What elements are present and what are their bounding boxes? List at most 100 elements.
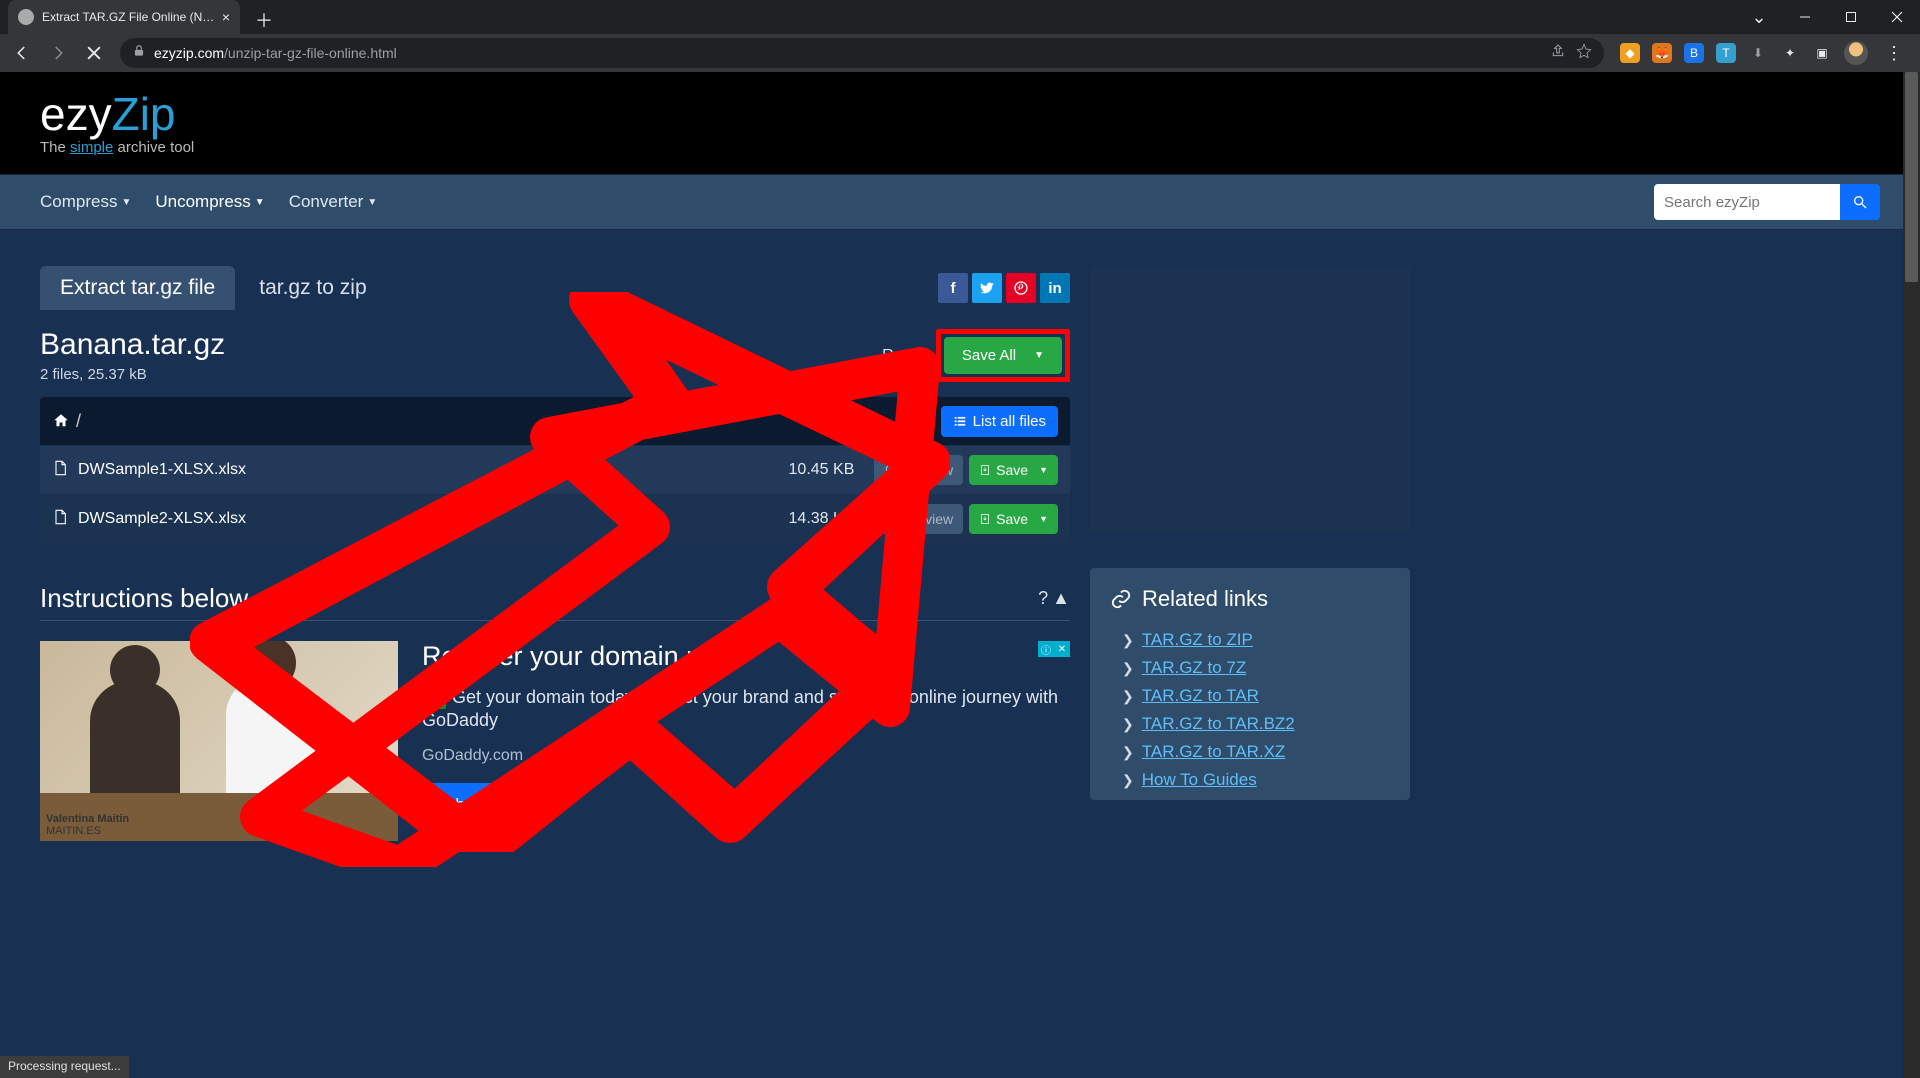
- ad-image: Valentina MaitinMAITIN.ES: [40, 641, 398, 841]
- chevron-down-icon: ▼: [255, 197, 265, 208]
- instructions-heading: Instructions below: [40, 583, 248, 614]
- file-icon: [52, 508, 68, 531]
- extension-icon[interactable]: B: [1684, 43, 1704, 63]
- ad-cta-button[interactable]: Shop Now: [422, 783, 544, 827]
- ad-headline: Register your domain now: [422, 641, 1070, 672]
- related-link[interactable]: TAR.GZ to 7Z: [1142, 658, 1247, 678]
- file-row: DWSample2-XLSX.xlsx 14.38 KB Preview Sav…: [40, 495, 1070, 543]
- archive-name: Banana.tar.gz: [40, 328, 225, 362]
- tab-extract[interactable]: Extract tar.gz file: [40, 266, 235, 310]
- breadcrumb: / List all files: [40, 397, 1070, 445]
- chevron-down-icon: ▼: [1039, 465, 1048, 475]
- file-name[interactable]: DWSample2-XLSX.xlsx: [78, 510, 789, 528]
- related-link[interactable]: TAR.GZ to ZIP: [1142, 630, 1253, 650]
- url-text: ezyzip.com/unzip-tar-gz-file-online.html: [154, 45, 397, 61]
- side-panel-icon[interactable]: ▣: [1812, 43, 1832, 63]
- address-bar[interactable]: ezyzip.com/unzip-tar-gz-file-online.html: [120, 38, 1604, 68]
- scrollbar[interactable]: [1903, 72, 1920, 1078]
- related-link[interactable]: TAR.GZ to TAR: [1142, 686, 1259, 706]
- preview-button[interactable]: Preview: [874, 504, 963, 534]
- search-icon: [884, 512, 898, 526]
- chevron-down-icon: ▼: [367, 197, 377, 208]
- window-minimize-button[interactable]: [1782, 0, 1828, 34]
- site-header: ezyZip The simple archive tool: [0, 72, 1920, 174]
- nav-compress[interactable]: Compress▼: [40, 192, 131, 212]
- linkedin-icon[interactable]: in: [1040, 273, 1070, 303]
- mode-tabs: Extract tar.gz file tar.gz to zip f in: [40, 266, 1070, 310]
- sidebar-ad[interactable]: [1090, 266, 1410, 532]
- browser-titlebar: Extract TAR.GZ File Online (No lim × ＋ ⌄: [0, 0, 1920, 34]
- search-icon: [884, 463, 898, 477]
- site-search: [1654, 184, 1880, 220]
- file-name[interactable]: DWSample1-XLSX.xlsx: [78, 461, 789, 479]
- tab-favicon: [18, 9, 34, 25]
- ad-unit[interactable]: ⓘ✕ Valentina MaitinMAITIN.ES Register yo…: [40, 641, 1070, 841]
- nav-converter[interactable]: Converter▼: [289, 192, 378, 212]
- ad-advertiser: GoDaddy.com: [422, 747, 1070, 765]
- stop-button[interactable]: [78, 37, 110, 69]
- instructions-toggle[interactable]: ?▲: [1038, 588, 1070, 609]
- chevron-up-icon: ▲: [1052, 588, 1070, 609]
- tab-close-icon[interactable]: ×: [222, 9, 230, 25]
- chevron-right-icon: ❯: [1122, 744, 1134, 761]
- adchoices-icon[interactable]: ⓘ✕: [1038, 641, 1070, 657]
- back-button[interactable]: [6, 37, 38, 69]
- tab-to-zip[interactable]: tar.gz to zip: [239, 266, 386, 310]
- chevron-right-icon: ❯: [1122, 660, 1134, 677]
- related-link-item: ❯ TAR.GZ to TAR.BZ2: [1110, 710, 1390, 738]
- related-links-card: Related links ❯ TAR.GZ to ZIP ❯ TAR.GZ to …: [1090, 568, 1410, 800]
- nav-uncompress[interactable]: Uncompress▼: [155, 192, 264, 212]
- file-size: 10.45 KB: [789, 461, 855, 479]
- site-logo[interactable]: ezyZip The simple archive tool: [40, 91, 194, 156]
- related-link[interactable]: TAR.GZ to TAR.BZ2: [1142, 714, 1295, 734]
- home-crumb[interactable]: /: [52, 411, 81, 432]
- chevron-right-icon: ❯: [1122, 688, 1134, 705]
- share-icon[interactable]: [1550, 43, 1566, 64]
- page-viewport: ezyZip The simple archive tool Compress▼…: [0, 72, 1920, 1078]
- chevron-down-icon: ▼: [1039, 514, 1048, 524]
- browser-menu-icon[interactable]: ⋮: [1880, 43, 1908, 64]
- related-link-item: ❯ TAR.GZ to TAR: [1110, 682, 1390, 710]
- extensions-puzzle-icon[interactable]: ✦: [1780, 43, 1800, 63]
- twitter-icon[interactable]: [972, 273, 1002, 303]
- extension-icons: ◆ 🦊 B T ⬇ ✦ ▣ ⋮: [1614, 41, 1914, 65]
- status-bar: Processing request...: [0, 1056, 129, 1078]
- extension-icon[interactable]: ◆: [1620, 43, 1640, 63]
- list-all-files-button[interactable]: List all files: [941, 406, 1058, 437]
- reset-link[interactable]: Reset: [882, 347, 924, 365]
- extension-icon[interactable]: T: [1716, 43, 1736, 63]
- search-input[interactable]: [1654, 184, 1840, 220]
- save-button[interactable]: Save▼: [969, 455, 1058, 485]
- home-icon: [52, 412, 70, 430]
- related-link-item: ❯How To Guides: [1110, 766, 1390, 794]
- window-maximize-button[interactable]: [1828, 0, 1874, 34]
- archive-summary: 2 files, 25.37 kB: [40, 366, 225, 383]
- related-link[interactable]: TAR.GZ to TAR.XZ: [1142, 742, 1286, 762]
- related-link-item: ❯ TAR.GZ to TAR.XZ: [1110, 738, 1390, 766]
- profile-avatar[interactable]: [1844, 41, 1868, 65]
- window-close-button[interactable]: [1874, 0, 1920, 34]
- chevron-right-icon: ❯: [1122, 716, 1134, 733]
- related-links-heading: Related links: [1110, 586, 1390, 612]
- search-button[interactable]: [1840, 184, 1880, 220]
- chevron-down-icon: ▼: [1034, 350, 1044, 361]
- scrollbar-thumb[interactable]: [1905, 72, 1918, 282]
- browser-tab[interactable]: Extract TAR.GZ File Online (No lim ×: [8, 0, 240, 34]
- download-icon[interactable]: ⬇: [1748, 43, 1768, 63]
- bookmark-star-icon[interactable]: [1576, 43, 1592, 64]
- preview-button[interactable]: Preview: [874, 455, 963, 485]
- highlight-annotation: Save All▼: [936, 329, 1070, 382]
- related-link-item: ❯ TAR.GZ to 7Z: [1110, 654, 1390, 682]
- tab-search-icon[interactable]: ⌄: [1736, 0, 1782, 34]
- save-all-button[interactable]: Save All▼: [944, 337, 1062, 374]
- facebook-icon[interactable]: f: [938, 273, 968, 303]
- pinterest-icon[interactable]: [1006, 273, 1036, 303]
- file-size: 14.38 KB: [789, 510, 855, 528]
- related-link[interactable]: How To Guides: [1142, 770, 1257, 790]
- lock-icon: [132, 44, 146, 63]
- link-icon: [1110, 588, 1132, 610]
- forward-button[interactable]: [42, 37, 74, 69]
- save-button[interactable]: Save▼: [969, 504, 1058, 534]
- new-tab-button[interactable]: ＋: [250, 6, 278, 34]
- metamask-icon[interactable]: 🦊: [1652, 43, 1672, 63]
